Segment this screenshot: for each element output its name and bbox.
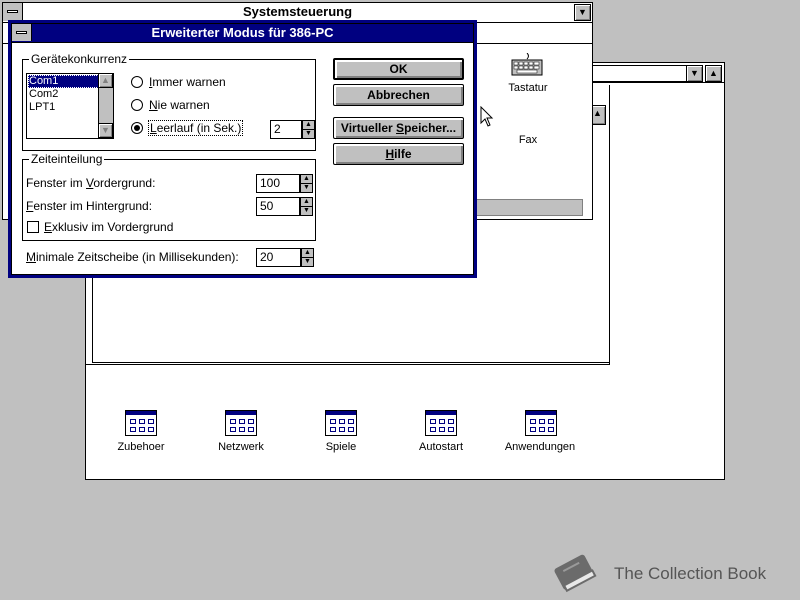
program-group-icon[interactable] [425, 410, 457, 436]
dialog-title: Erweiterter Modus für 386-PC [151, 25, 334, 40]
min-timeslice-label: Minimale Zeitscheibe (in Millisekunden): [26, 250, 239, 264]
cancel-button[interactable]: Abbrechen [333, 84, 464, 106]
scroll-up-arrow[interactable]: ▲ [98, 73, 113, 88]
fax-label[interactable]: Fax [498, 134, 558, 146]
enhanced-mode-dialog: Erweiterter Modus für 386-PC Gerätekonku… [8, 20, 477, 278]
system-menu-button[interactable] [12, 24, 32, 41]
keyboard-icon[interactable] [511, 52, 543, 77]
background-label: Fenster im Hintergrund: [26, 199, 153, 213]
list-item[interactable]: Com1 [28, 75, 99, 88]
exclusive-label[interactable]: Exklusiv im Vordergrund [44, 220, 173, 234]
idle-seconds-input[interactable]: 2 [270, 120, 302, 139]
device-contention-group: Gerätekonkurrenz Com1 Com2 LPT1 ▲ ▼ Imme… [22, 52, 316, 151]
idle-radio[interactable] [131, 122, 143, 134]
help-button[interactable]: Hilfe [333, 143, 464, 165]
scheduling-group: Zeiteinteilung Fenster im Vordergrund: 1… [22, 152, 316, 241]
program-group-label[interactable]: Spiele [311, 441, 371, 453]
system-menu-button[interactable] [3, 3, 23, 21]
foreground-label: Fenster im Vordergrund: [26, 176, 156, 190]
foreground-input[interactable]: 100 [256, 174, 300, 193]
dropdown-arrow-button[interactable]: ▼ [686, 65, 703, 82]
background-input[interactable]: 50 [256, 197, 300, 216]
program-group-icon[interactable] [125, 410, 157, 436]
foreground-spinner[interactable]: ▲ ▼ [300, 174, 313, 193]
device-contention-label: Gerätekonkurrenz [29, 52, 130, 66]
background-spinner[interactable]: ▲ ▼ [300, 197, 313, 216]
program-group-label[interactable]: Autostart [411, 441, 471, 453]
minimize-button[interactable]: ▼ [574, 4, 591, 21]
book-icon [548, 552, 602, 599]
never-warn-radio[interactable] [131, 99, 143, 111]
program-group-icon[interactable] [225, 410, 257, 436]
maximize-button[interactable]: ▲ [705, 65, 722, 82]
list-item[interactable]: LPT1 [29, 101, 55, 114]
never-warn-label[interactable]: Nie warnen [149, 98, 210, 112]
scheduling-label: Zeiteinteilung [29, 152, 105, 166]
always-warn-radio[interactable] [131, 76, 143, 88]
program-group-label[interactable]: Zubehoer [111, 441, 171, 453]
program-group-icon[interactable] [525, 410, 557, 436]
dialog-titlebar[interactable]: Erweiterter Modus für 386-PC [12, 24, 473, 43]
idle-label[interactable]: Leerlauf (in Sek.) [147, 120, 244, 136]
scroll-down-arrow[interactable]: ▼ [98, 123, 113, 138]
listbox-scrollbar[interactable]: ▲ ▼ [98, 73, 113, 138]
exclusive-checkbox[interactable] [27, 221, 39, 233]
keyboard-label[interactable]: Tastatur [498, 82, 558, 94]
idle-seconds-spinner[interactable]: ▲ ▼ [302, 120, 315, 139]
program-group-label[interactable]: Netzwerk [211, 441, 271, 453]
control-panel-title: Systemsteuerung [242, 4, 353, 19]
virtual-memory-button[interactable]: Virtueller Speicher... [333, 117, 464, 139]
port-listbox[interactable]: Com1 Com2 LPT1 ▲ ▼ [26, 73, 114, 139]
mouse-cursor [480, 105, 494, 131]
status-bar [473, 199, 583, 216]
program-group-icon[interactable] [325, 410, 357, 436]
min-timeslice-input[interactable]: 20 [256, 248, 301, 267]
watermark: The Collection Book [548, 552, 788, 596]
program-group-label[interactable]: Anwendungen [500, 441, 580, 453]
ok-button[interactable]: OK [333, 58, 464, 80]
watermark-text: The Collection Book [614, 564, 767, 583]
list-item[interactable]: Com2 [29, 88, 58, 101]
always-warn-label[interactable]: Immer warnen [149, 75, 226, 89]
min-timeslice-spinner[interactable]: ▲ ▼ [301, 248, 314, 267]
